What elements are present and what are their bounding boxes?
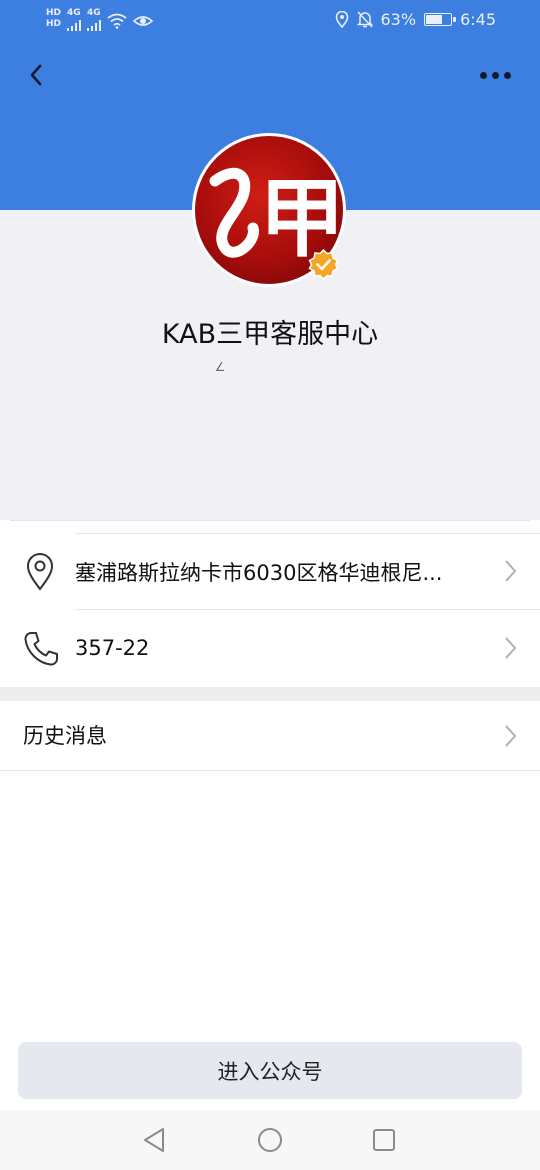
square-recents-icon: [373, 1129, 395, 1151]
battery-fill: [426, 15, 443, 24]
nav-home-button[interactable]: [254, 1124, 286, 1156]
phone-text: 357-22: [75, 636, 150, 660]
battery-percent: 63%: [380, 10, 417, 29]
network-label: 4G: [67, 8, 81, 18]
divider: [0, 770, 540, 771]
history-row[interactable]: 历史消息: [0, 701, 540, 770]
circle-home-icon: [258, 1128, 282, 1152]
hd-label-2: HD: [46, 19, 62, 29]
system-nav-bar: [0, 1110, 540, 1170]
status-left: HD HD 4G 4G: [46, 8, 154, 36]
nav-back-button[interactable]: [138, 1124, 170, 1156]
phone-icon: [24, 632, 58, 666]
chevron-right-icon: [505, 560, 517, 582]
bell-muted-icon: [356, 11, 373, 28]
more-dot: [503, 71, 511, 79]
hd-label: HD: [46, 8, 62, 18]
wifi-icon: [107, 13, 127, 29]
sim-stack: HD HD: [46, 8, 61, 30]
chevron-left-icon: [30, 64, 42, 86]
account-name: KAB三甲客服中心: [161, 319, 379, 350]
divider: [75, 533, 540, 534]
history-label: 历史消息: [23, 724, 107, 748]
more-dots-icon: [479, 71, 487, 79]
address-row[interactable]: 塞浦路斯拉纳卡市6030区格华迪根尼...: [0, 533, 540, 610]
signal-1: 4G: [67, 8, 82, 31]
status-time: 6:45: [460, 10, 496, 29]
signal-bars-icon: [67, 19, 82, 31]
triangle-back-icon: [144, 1128, 164, 1152]
more-button[interactable]: [474, 62, 516, 88]
location-icon: [335, 11, 348, 28]
verified-check-icon: [308, 249, 339, 280]
eye-icon: [133, 16, 154, 26]
status-bar: HD HD 4G 4G 63% 6:45: [0, 0, 540, 44]
network-label-2: 4G: [87, 8, 101, 18]
nav-recents-button[interactable]: [368, 1124, 400, 1156]
account-subtitle: ∠: [214, 360, 226, 374]
enter-account-button[interactable]: 进入公众号: [18, 1042, 522, 1099]
divider: [10, 520, 530, 521]
signal-bars-icon-2: [87, 19, 102, 31]
location-pin-icon: [26, 553, 54, 591]
chevron-right-icon: [505, 637, 517, 659]
signal-2: 4G: [87, 8, 102, 31]
more-dot: [491, 71, 499, 79]
back-button[interactable]: [20, 58, 52, 92]
status-right: 63% 6:45: [335, 10, 496, 29]
chevron-right-icon: [505, 725, 517, 747]
section-separator: [0, 687, 540, 701]
phone-row[interactable]: 357-22: [0, 610, 540, 687]
address-text: 塞浦路斯拉纳卡市6030区格华迪根尼...: [75, 561, 443, 585]
battery-icon: [424, 13, 457, 26]
